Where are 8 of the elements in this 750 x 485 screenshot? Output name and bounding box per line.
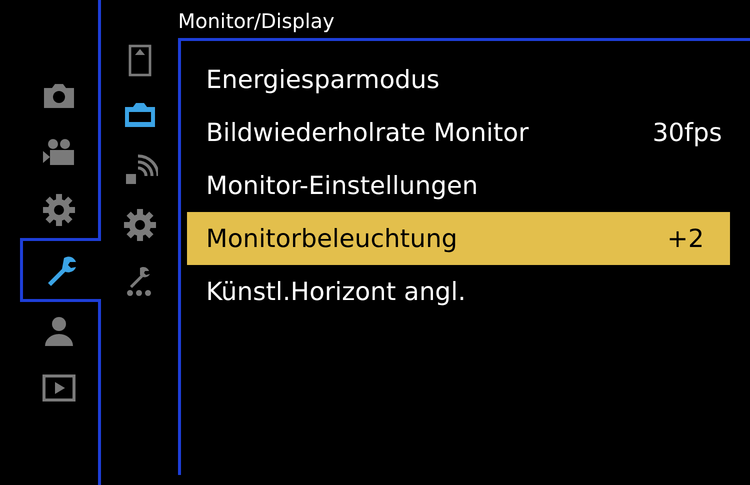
menu-item[interactable]: Monitorbeleuchtung +2 [187,212,730,265]
menu-item[interactable]: Monitor-Einstellungen [187,159,730,212]
menu-item[interactable]: Bildwiederholrate Monitor 30fps [187,106,730,159]
menu-title: Monitor/Display [178,8,336,35]
setting-value: 30fps [652,116,722,149]
setting-value: +2 [667,222,704,255]
menu-item[interactable]: Energiesparmodus [187,53,730,106]
menu-item[interactable]: Künstl.Horizont angl. [187,265,730,318]
